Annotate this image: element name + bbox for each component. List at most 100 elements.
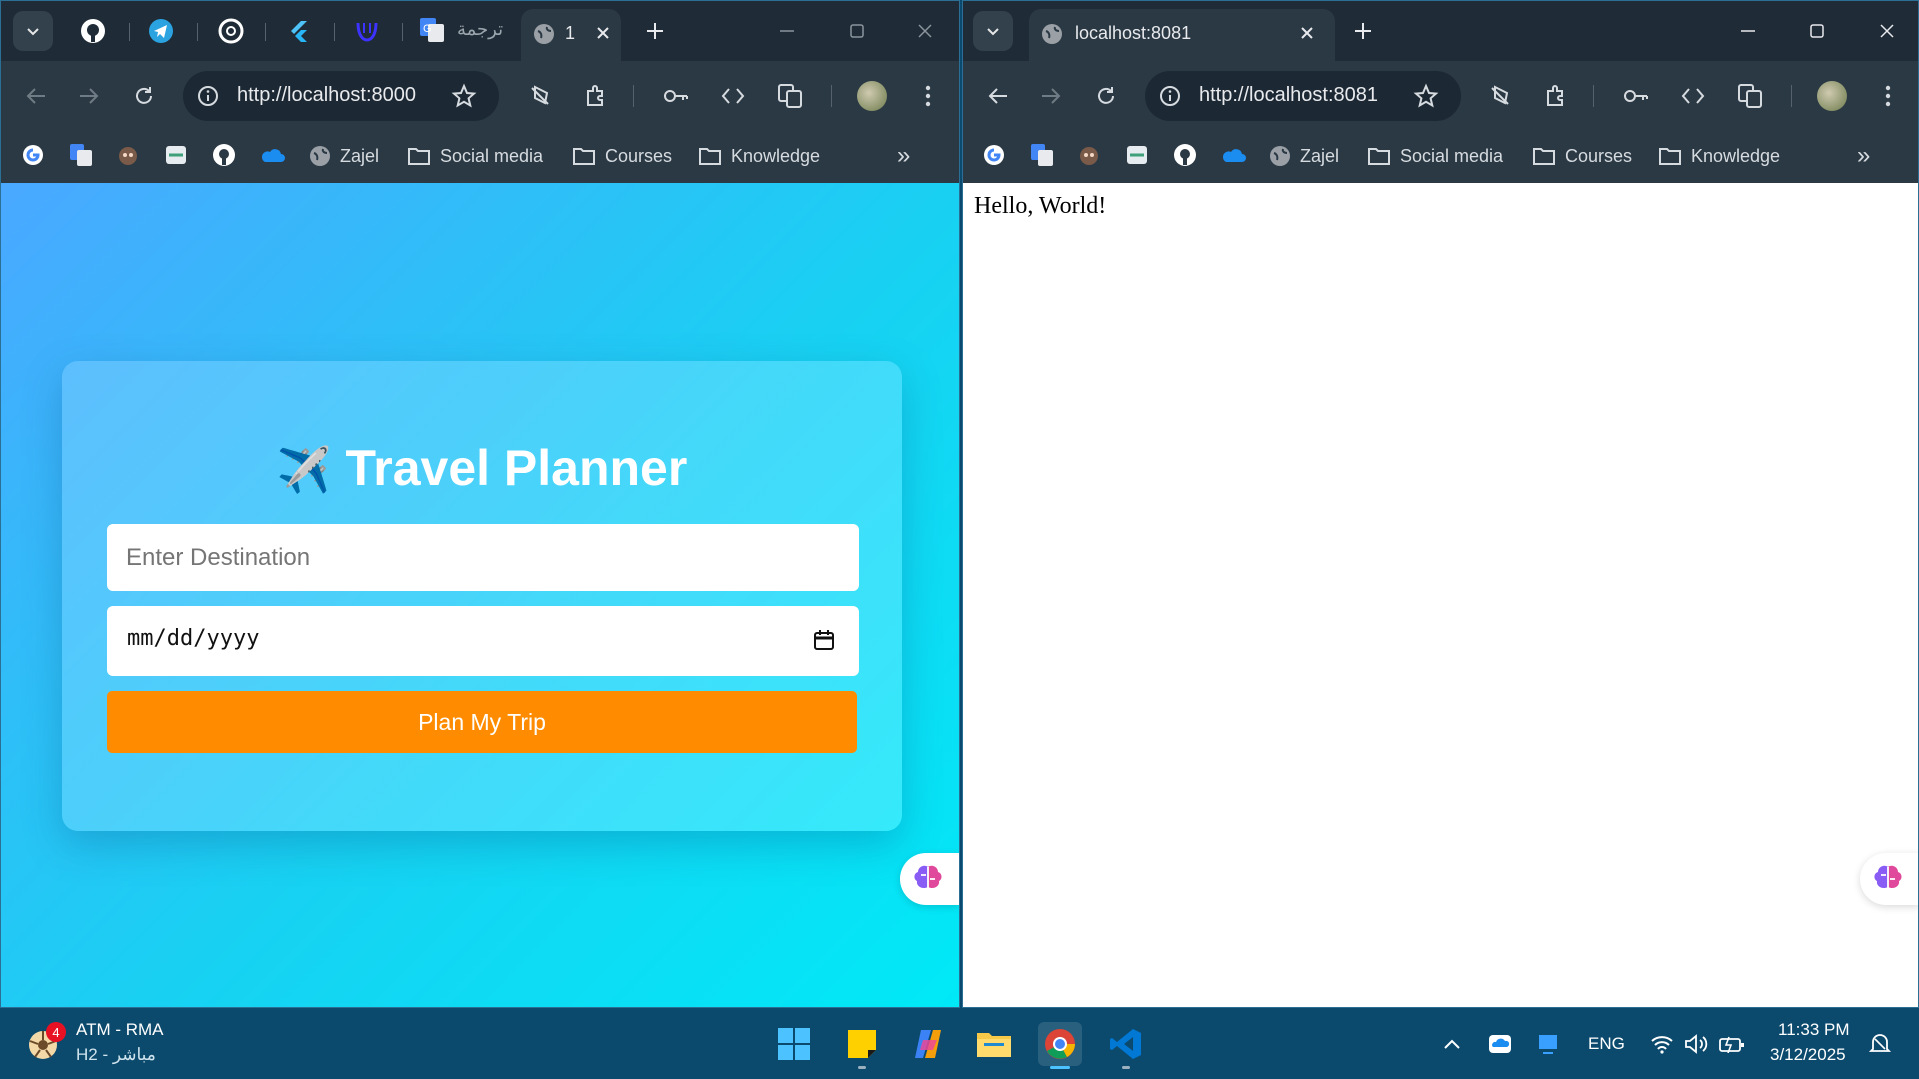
start-button[interactable] xyxy=(772,1022,816,1066)
translate-button[interactable] xyxy=(1735,81,1765,111)
profile-avatar[interactable] xyxy=(1817,81,1847,111)
bookmark-zajel[interactable]: Zajel xyxy=(309,138,379,174)
translate-button[interactable] xyxy=(775,81,805,111)
travel-planner-card: ✈️ Travel Planner mm/dd/yyyy Plan My Trip xyxy=(62,361,902,831)
address-bar[interactable]: http://localhost:8000 xyxy=(183,71,499,121)
plan-my-trip-button[interactable]: Plan My Trip xyxy=(107,691,857,753)
bookmark-cat[interactable] xyxy=(113,140,143,170)
devtools-button[interactable] xyxy=(718,81,748,111)
bookmark-folder-courses[interactable]: Courses xyxy=(572,138,672,174)
taskbar-app-file-explorer[interactable] xyxy=(972,1022,1016,1066)
extension-button[interactable] xyxy=(1485,81,1515,111)
floating-assistant-button[interactable] xyxy=(900,853,959,905)
language-indicator[interactable]: ENG xyxy=(1588,1034,1625,1054)
minimize-icon xyxy=(1741,30,1755,32)
bookmark-google[interactable] xyxy=(979,140,1009,170)
widget-subtitle: H2 - مباشر xyxy=(76,1045,156,1064)
taskbar-app-copilot[interactable] xyxy=(906,1022,950,1066)
bookmark-folder-social-media[interactable]: Social media xyxy=(407,138,543,174)
bookmark-folder-knowledge[interactable]: Knowledge xyxy=(1658,138,1780,174)
reload-button[interactable] xyxy=(129,81,159,111)
widget-title[interactable]: ATM - RMA xyxy=(76,1020,164,1040)
pinned-tab-app[interactable] xyxy=(351,15,383,47)
show-hidden-icons-button[interactable] xyxy=(1438,1030,1466,1058)
maximize-button[interactable] xyxy=(1803,17,1831,45)
star-icon[interactable] xyxy=(1413,83,1439,109)
bookmark-cat[interactable] xyxy=(1074,140,1104,170)
address-bar[interactable]: http://localhost:8081 xyxy=(1145,71,1461,121)
bookmark-github[interactable] xyxy=(1170,140,1200,170)
taskbar-app-vscode[interactable] xyxy=(1104,1022,1148,1069)
brain-icon xyxy=(914,865,942,889)
active-tab[interactable]: localhost:8081 xyxy=(1029,9,1335,61)
notifications-button[interactable] xyxy=(1866,1030,1894,1058)
extensions-menu-button[interactable] xyxy=(1541,81,1571,111)
tray-onedrive[interactable] xyxy=(1486,1030,1514,1058)
maximize-button[interactable] xyxy=(843,17,871,45)
bookmark-translate[interactable] xyxy=(1027,140,1057,170)
date-field[interactable]: mm/dd/yyyy xyxy=(107,606,859,676)
reload-button[interactable] xyxy=(1091,81,1121,111)
close-window-button[interactable] xyxy=(1873,17,1901,45)
windows-icon xyxy=(778,1028,810,1060)
bookmark-github[interactable] xyxy=(209,140,239,170)
bookmark-translate[interactable] xyxy=(66,140,96,170)
floating-assistant-button[interactable] xyxy=(1860,853,1918,905)
tab-translate-title[interactable]: ترجمة xyxy=(457,19,503,40)
star-icon[interactable] xyxy=(451,83,477,109)
new-tab-button[interactable] xyxy=(1349,17,1377,45)
taskbar-app-sticky-notes[interactable] xyxy=(840,1022,884,1069)
pinned-tab-telegram[interactable] xyxy=(145,15,177,47)
minimize-button[interactable] xyxy=(1734,17,1762,45)
bookmarks-overflow-button[interactable]: » xyxy=(897,138,910,174)
tab-search-button[interactable] xyxy=(973,11,1013,51)
bookmark-folder-knowledge[interactable]: Knowledge xyxy=(698,138,820,174)
network-button[interactable] xyxy=(1648,1030,1676,1058)
menu-button[interactable] xyxy=(913,81,943,111)
pinned-tab-openai[interactable] xyxy=(215,15,247,47)
tray-app[interactable] xyxy=(1534,1030,1562,1058)
profile-avatar[interactable] xyxy=(857,81,887,111)
close-window-button[interactable] xyxy=(911,17,939,45)
tab-separator xyxy=(334,23,335,41)
bookmark-app[interactable] xyxy=(1122,140,1152,170)
bookmark-folder-courses[interactable]: Courses xyxy=(1532,138,1632,174)
bookmark-app[interactable] xyxy=(161,140,191,170)
extensions-menu-button[interactable] xyxy=(581,81,611,111)
tab-search-button[interactable] xyxy=(13,11,53,51)
password-manager-button[interactable] xyxy=(661,81,691,111)
pinned-tab-flutter[interactable] xyxy=(283,15,315,47)
taskbar-app-chrome[interactable] xyxy=(1038,1022,1082,1069)
clock-date[interactable]: 3/12/2025 xyxy=(1770,1045,1846,1065)
destination-input[interactable] xyxy=(107,524,859,591)
new-tab-button[interactable] xyxy=(641,17,669,45)
active-tab[interactable]: 1 xyxy=(521,9,621,61)
forward-button[interactable] xyxy=(74,81,104,111)
calendar-icon[interactable] xyxy=(813,629,835,651)
bookmark-onedrive[interactable] xyxy=(257,140,287,170)
pinned-tab-github[interactable] xyxy=(77,15,109,47)
brain-icon xyxy=(1874,865,1902,889)
sports-widget[interactable]: 4 xyxy=(26,1022,66,1062)
tab-separator xyxy=(129,23,130,41)
forward-button[interactable] xyxy=(1036,81,1066,111)
back-button[interactable] xyxy=(983,81,1013,111)
extension-button[interactable] xyxy=(525,81,555,111)
bookmark-onedrive[interactable] xyxy=(1218,140,1248,170)
password-manager-button[interactable] xyxy=(1621,81,1651,111)
close-tab-button[interactable] xyxy=(1295,21,1319,45)
volume-button[interactable] xyxy=(1682,1030,1710,1058)
bookmarks-overflow-button[interactable]: » xyxy=(1857,138,1870,174)
bookmark-label: Courses xyxy=(605,145,673,166)
bookmark-zajel[interactable]: Zajel xyxy=(1269,138,1339,174)
clock-time[interactable]: 11:33 PM xyxy=(1778,1020,1850,1040)
bookmark-folder-social-media[interactable]: Social media xyxy=(1367,138,1503,174)
bookmark-google[interactable] xyxy=(18,140,48,170)
running-indicator xyxy=(1122,1066,1130,1069)
back-button[interactable] xyxy=(21,81,51,111)
minimize-button[interactable] xyxy=(773,17,801,45)
close-tab-button[interactable] xyxy=(591,21,615,45)
battery-button[interactable] xyxy=(1718,1030,1746,1058)
devtools-button[interactable] xyxy=(1678,81,1708,111)
menu-button[interactable] xyxy=(1873,81,1903,111)
